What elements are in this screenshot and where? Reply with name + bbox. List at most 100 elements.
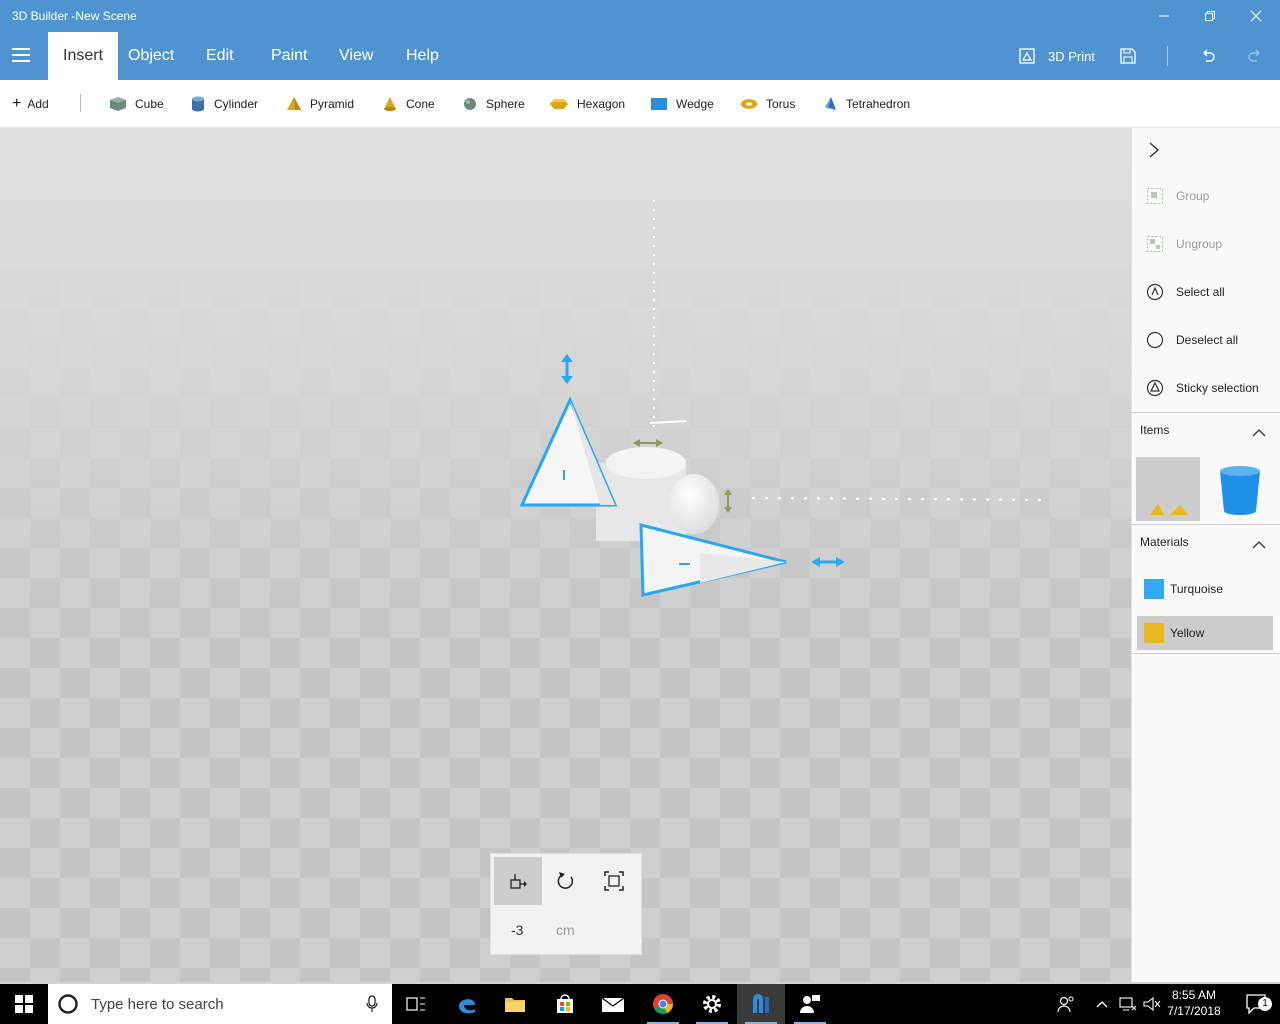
insert-cube-button[interactable]: Cube <box>109 80 164 128</box>
material-turquoise[interactable]: Turquoise <box>1137 572 1273 606</box>
tab-edit[interactable]: Edit <box>191 32 249 80</box>
hexagon-icon <box>550 99 568 109</box>
start-button[interactable] <box>0 984 48 1024</box>
3d-print-button[interactable]: 3D Print <box>1018 32 1095 80</box>
cube-icon <box>110 97 126 111</box>
select-all-button[interactable]: Select all <box>1146 280 1225 304</box>
task-view-button[interactable] <box>392 984 440 1024</box>
select-all-icon <box>1146 283 1164 301</box>
sticky-selection-label: Sticky selection <box>1176 381 1259 395</box>
sphere-icon <box>464 98 476 110</box>
taskbar: Type here to search 8:55 AM 7/17/2018 1 <box>0 984 1280 1024</box>
redo-button[interactable] <box>1246 32 1264 80</box>
torus-icon <box>741 99 757 109</box>
item-thumbnail[interactable] <box>1208 457 1272 521</box>
tab-insert[interactable]: Insert <box>48 32 119 80</box>
ungroup-button[interactable]: Ungroup <box>1146 232 1222 256</box>
taskbar-search-box[interactable]: Type here to search <box>48 984 392 1024</box>
3d-builder-app[interactable] <box>737 984 785 1024</box>
material-label: Yellow <box>1170 626 1205 640</box>
tab-object[interactable]: Object <box>113 32 189 80</box>
insert-hexagon-button[interactable]: Hexagon <box>549 80 625 128</box>
hamburger-menu-icon[interactable] <box>12 48 30 62</box>
taskbar-clock[interactable]: 8:55 AM 7/17/2018 <box>1164 987 1224 1019</box>
toolbar-divider <box>80 94 81 112</box>
microphone-icon[interactable] <box>366 995 378 1013</box>
store-app[interactable] <box>541 984 589 1024</box>
action-center-button[interactable]: 1 <box>1232 984 1280 1024</box>
insert-cylinder-button[interactable]: Cylinder <box>190 80 258 128</box>
search-placeholder: Type here to search <box>91 995 224 1013</box>
sticky-selection-button[interactable]: Sticky selection <box>1146 376 1259 400</box>
minimize-button[interactable] <box>1141 0 1187 32</box>
insert-pyramid-button[interactable]: Pyramid <box>286 80 354 128</box>
rotate-icon <box>557 872 574 889</box>
chevron-right-icon <box>1149 142 1160 158</box>
group-button[interactable]: Group <box>1146 184 1209 208</box>
feedback-app[interactable] <box>786 984 834 1024</box>
material-label: Turquoise <box>1170 582 1223 596</box>
3d-viewport[interactable]: -3 cm <box>0 128 1131 982</box>
cylinder-label: Cylinder <box>214 97 259 111</box>
cone-label: Cone <box>406 97 435 111</box>
cylinder-icon <box>192 96 204 112</box>
redo-icon <box>1248 49 1260 62</box>
save-button[interactable] <box>1119 32 1137 80</box>
insert-tetrahedron-button[interactable]: Tetrahedron <box>822 80 910 128</box>
undo-button[interactable] <box>1199 32 1217 80</box>
materials-collapse-button[interactable] <box>1252 537 1266 555</box>
cylinder-thumbnail-icon <box>1220 466 1260 515</box>
network-icon <box>1119 997 1137 1011</box>
feedback-hub-icon <box>800 995 820 1013</box>
group-icon <box>1147 188 1163 204</box>
volume-button[interactable] <box>1140 984 1164 1024</box>
tab-view[interactable]: View <box>324 32 388 80</box>
3d-print-icon <box>1019 48 1035 64</box>
chevron-up-icon <box>1096 1001 1108 1008</box>
mail-icon <box>601 997 625 1012</box>
settings-app[interactable] <box>688 984 736 1024</box>
edge-app[interactable] <box>443 984 491 1024</box>
chevron-up-icon <box>1252 541 1266 549</box>
show-hidden-icons-button[interactable] <box>1088 984 1116 1024</box>
close-button[interactable] <box>1233 0 1279 32</box>
rotate-mode-button[interactable] <box>542 857 590 905</box>
plus-icon: + <box>12 95 22 112</box>
ungroup-icon <box>1147 236 1163 252</box>
deselect-all-button[interactable]: Deselect all <box>1146 328 1238 352</box>
tetrahedron-label: Tetrahedron <box>846 97 911 111</box>
collapse-panel-button[interactable] <box>1146 140 1162 165</box>
tab-paint[interactable]: Paint <box>256 32 322 80</box>
network-button[interactable] <box>1116 984 1140 1024</box>
tab-help[interactable]: Help <box>391 32 454 80</box>
ribbon-divider <box>1167 46 1168 66</box>
wedge-label: Wedge <box>676 97 714 111</box>
cortana-icon <box>58 994 78 1014</box>
insert-sphere-button[interactable]: Sphere <box>462 80 525 128</box>
title-bar: 3D Builder -New Scene <box>0 0 1280 32</box>
insert-torus-button[interactable]: Torus <box>740 80 795 128</box>
move-value[interactable]: -3 <box>511 922 523 938</box>
item-thumbnail-selected[interactable] <box>1136 457 1200 521</box>
scale-mode-button[interactable] <box>590 857 638 905</box>
transform-panel: -3 cm <box>490 853 642 955</box>
save-icon <box>1120 48 1136 64</box>
chrome-icon <box>653 994 674 1015</box>
chrome-app[interactable] <box>639 984 687 1024</box>
clock-time: 8:55 AM <box>1171 988 1217 1002</box>
move-mode-button[interactable] <box>494 857 542 905</box>
restore-button[interactable] <box>1187 0 1233 32</box>
insert-wedge-button[interactable]: Wedge <box>650 80 714 128</box>
task-view-icon <box>406 997 425 1011</box>
sphere-object[interactable] <box>669 474 719 534</box>
add-button[interactable]: + Add <box>12 80 49 128</box>
notification-count-badge: 1 <box>1258 997 1272 1011</box>
file-explorer-app[interactable] <box>491 984 539 1024</box>
mail-app[interactable] <box>589 984 637 1024</box>
folder-icon <box>505 998 525 1012</box>
items-collapse-button[interactable] <box>1252 425 1266 443</box>
people-button[interactable] <box>1044 984 1088 1024</box>
material-yellow[interactable]: Yellow <box>1137 616 1273 650</box>
deselect-all-label: Deselect all <box>1176 333 1239 347</box>
insert-cone-button[interactable]: Cone <box>382 80 435 128</box>
